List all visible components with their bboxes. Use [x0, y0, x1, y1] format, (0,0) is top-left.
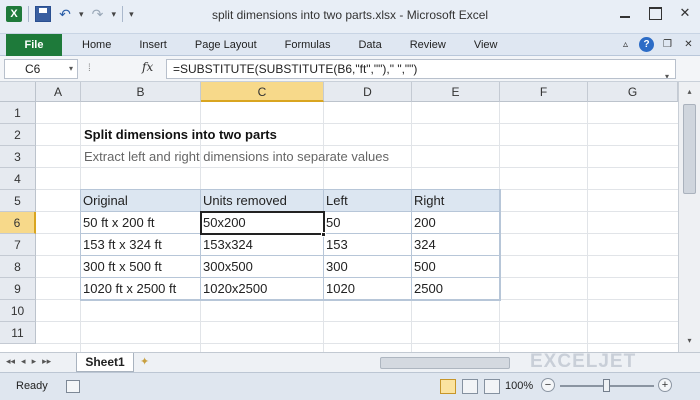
row-header-2[interactable]: 2: [0, 124, 36, 146]
sheet-tab-sheet1[interactable]: Sheet1: [76, 353, 134, 372]
normal-view-button[interactable]: [440, 379, 456, 394]
table-header-left[interactable]: Left: [324, 190, 412, 212]
table-cell[interactable]: 1020x2500: [201, 278, 324, 300]
tab-insert[interactable]: Insert: [125, 34, 181, 56]
fill-handle[interactable]: [321, 232, 326, 237]
selected-cell-c6[interactable]: [200, 211, 325, 235]
column-header-f[interactable]: F: [500, 82, 588, 102]
table-header-original[interactable]: Original: [81, 190, 201, 212]
table-cell[interactable]: 153: [324, 234, 412, 256]
horizontal-scroll-thumb[interactable]: [380, 357, 510, 369]
vertical-scrollbar[interactable]: ▴ ▾: [678, 82, 700, 352]
row-header-7[interactable]: 7: [0, 234, 36, 256]
table-cell[interactable]: 153x324: [201, 234, 324, 256]
table-cell[interactable]: 1020: [324, 278, 412, 300]
help-icon[interactable]: ?: [639, 37, 654, 52]
insert-sheet-icon[interactable]: ✦: [140, 355, 156, 369]
column-header-d[interactable]: D: [324, 82, 412, 102]
row-header-5[interactable]: 5: [0, 190, 36, 212]
tab-home[interactable]: Home: [68, 34, 125, 56]
tab-data[interactable]: Data: [344, 34, 395, 56]
zoom-level[interactable]: 100%: [505, 380, 533, 392]
table-cell[interactable]: 300: [324, 256, 412, 278]
status-ready: Ready: [16, 380, 48, 392]
row-header-9[interactable]: 9: [0, 278, 36, 300]
table-cell[interactable]: 324: [412, 234, 500, 256]
macro-record-icon[interactable]: [66, 380, 80, 393]
window-title: split dimensions into two parts.xlsx - M…: [211, 8, 489, 22]
column-header-c[interactable]: C: [201, 82, 324, 102]
view-buttons: [440, 379, 500, 394]
table-cell[interactable]: 50: [324, 212, 412, 234]
restore-workbook-icon[interactable]: ❐: [660, 37, 675, 52]
first-sheet-icon[interactable]: ◂◂: [6, 356, 15, 367]
table-cell[interactable]: 2500: [412, 278, 500, 300]
zoom-in-button[interactable]: +: [658, 378, 672, 392]
tab-file[interactable]: File: [6, 34, 62, 56]
column-header-e[interactable]: E: [412, 82, 500, 102]
table-cell[interactable]: 500: [412, 256, 500, 278]
close-workbook-icon[interactable]: ✕: [681, 37, 696, 52]
ribbon-tabs: Home Insert Page Layout Formulas Data Re…: [68, 34, 511, 56]
expand-formula-bar-icon[interactable]: ▾: [665, 68, 669, 78]
sheet-heading[interactable]: Split dimensions into two parts: [81, 124, 277, 146]
row-header-10[interactable]: 10: [0, 300, 36, 322]
window-controls: ✕: [616, 4, 694, 22]
status-bar: Ready 100% − +: [0, 372, 700, 400]
last-sheet-icon[interactable]: ▸▸: [42, 356, 51, 367]
title-bar: X ↶ ▾ ↷ ▾ ▾ split dimensions into two pa…: [0, 0, 700, 34]
row-header-6[interactable]: 6: [0, 212, 36, 234]
table-cell[interactable]: 1020 ft x 2500 ft: [81, 278, 201, 300]
page-break-preview-button[interactable]: [484, 379, 500, 394]
row-header-1[interactable]: 1: [0, 102, 36, 124]
maximize-window-button[interactable]: [646, 4, 664, 22]
table-cell[interactable]: 153 ft x 324 ft: [81, 234, 201, 256]
formula-bar-controls: ⁞ fx: [82, 59, 162, 79]
tab-view[interactable]: View: [460, 34, 512, 56]
formula-text: =SUBSTITUTE(SUBSTITUTE(B6,"ft","")," ","…: [173, 62, 418, 76]
close-window-button[interactable]: ✕: [676, 4, 694, 22]
table-cell[interactable]: 200: [412, 212, 500, 234]
zoom-out-button[interactable]: −: [541, 378, 555, 392]
row-header-11[interactable]: 11: [0, 322, 36, 344]
spreadsheet-grid[interactable]: A B C D E F G 1 2 3 4 5 6 7 8 9 10 11 Sp…: [0, 82, 678, 352]
minimize-ribbon-icon[interactable]: ▵: [618, 37, 633, 52]
name-box-dropdown-icon[interactable]: ▾: [69, 60, 73, 78]
formula-bar-grip-icon[interactable]: ⁞: [88, 63, 92, 74]
row-header-4[interactable]: 4: [0, 168, 36, 190]
tab-page-layout[interactable]: Page Layout: [181, 34, 271, 56]
scroll-down-icon[interactable]: ▾: [683, 334, 696, 348]
ribbon-right-controls: ▵ ? ❐ ✕: [618, 37, 696, 52]
ribbon-tab-bar: File Home Insert Page Layout Formulas Da…: [0, 34, 700, 56]
column-header-g[interactable]: G: [588, 82, 678, 102]
sheet-subheading[interactable]: Extract left and right dimensions into s…: [81, 146, 389, 168]
scroll-up-icon[interactable]: ▴: [683, 85, 696, 99]
next-sheet-icon[interactable]: ▸: [32, 356, 37, 367]
table-cell[interactable]: 300x500: [201, 256, 324, 278]
previous-sheet-icon[interactable]: ◂: [21, 356, 26, 367]
page-layout-view-button[interactable]: [462, 379, 478, 394]
column-header-a[interactable]: A: [36, 82, 81, 102]
sheet-navigation: ◂◂ ◂ ▸ ▸▸: [6, 356, 51, 367]
minimize-window-button[interactable]: [616, 4, 634, 22]
table-cell[interactable]: 300 ft x 500 ft: [81, 256, 201, 278]
row-header-8[interactable]: 8: [0, 256, 36, 278]
table-header-units-removed[interactable]: Units removed: [201, 190, 324, 212]
sheet-tab-bar: ◂◂ ◂ ▸ ▸▸ Sheet1 ✦ EXCELJET: [0, 351, 700, 372]
row-header-3[interactable]: 3: [0, 146, 36, 168]
formula-bar: C6 ▾ ⁞ fx =SUBSTITUTE(SUBSTITUTE(B6,"ft"…: [0, 56, 700, 82]
table-cell[interactable]: 50 ft x 200 ft: [81, 212, 201, 234]
table-header-right[interactable]: Right: [412, 190, 500, 212]
select-all-corner[interactable]: [0, 82, 36, 102]
vertical-scroll-thumb[interactable]: [683, 104, 696, 194]
zoom-slider-thumb[interactable]: [603, 379, 610, 392]
insert-function-icon[interactable]: fx: [142, 60, 153, 74]
tab-formulas[interactable]: Formulas: [271, 34, 345, 56]
column-header-b[interactable]: B: [81, 82, 201, 102]
tab-review[interactable]: Review: [396, 34, 460, 56]
horizontal-scrollbar[interactable]: [360, 356, 680, 370]
name-box[interactable]: C6 ▾: [4, 59, 78, 79]
name-box-value: C6: [25, 62, 41, 76]
formula-input[interactable]: =SUBSTITUTE(SUBSTITUTE(B6,"ft","")," ","…: [166, 59, 676, 79]
